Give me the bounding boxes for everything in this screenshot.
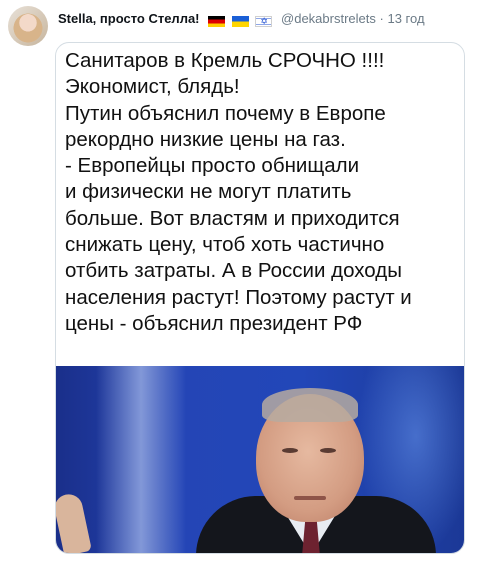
tweet-header: Stella, просто Стелла! @dekabrstrelets ·… <box>8 4 488 46</box>
image-text: Санитаров в Кремль СРОЧНО !!!! Экономист… <box>65 48 457 337</box>
flag-germany-icon <box>208 16 226 28</box>
flag-ukraine-icon <box>231 16 249 28</box>
image-text-line: Экономист, блядь! <box>65 75 240 99</box>
display-name[interactable]: Stella, просто Стелла! <box>58 11 200 26</box>
flag-israel-icon <box>255 14 273 30</box>
image-text-line: цены - объяснил президент РФ <box>65 311 363 335</box>
stage-light <box>96 366 186 553</box>
eye <box>320 448 336 453</box>
image-text-line: рекордно низкие цены на газ. <box>65 127 346 151</box>
tweet-media-image[interactable]: Санитаров в Кремль СРОЧНО !!!! Экономист… <box>55 42 465 554</box>
image-text-line: и физически не могут платить <box>65 180 352 204</box>
eye <box>282 448 298 453</box>
image-text-line: снижать цену, чтоб хоть частично <box>65 233 385 257</box>
tweet-meta: Stella, просто Стелла! @dekabrstrelets ·… <box>58 11 425 30</box>
mouth <box>294 496 326 500</box>
hair <box>262 388 358 422</box>
flag-emojis <box>208 13 275 30</box>
raised-hand <box>56 491 92 553</box>
timestamp[interactable]: 13 год <box>387 11 424 26</box>
image-text-line: больше. Вот властям и приходится <box>65 206 400 230</box>
image-text-line: отбить затраты. А в России доходы <box>65 259 402 283</box>
photo-of-man-in-suit <box>56 366 464 553</box>
image-text-line: населения растут! Поэтому растут и <box>65 285 412 309</box>
image-text-line: - Европейцы просто обнищали <box>65 154 360 178</box>
avatar[interactable] <box>8 6 48 46</box>
separator-dot: · <box>379 11 384 26</box>
image-text-line: Санитаров в Кремль СРОЧНО !!!! <box>65 49 385 72</box>
image-text-line: Путин объяснил почему в Европе <box>65 101 386 125</box>
username[interactable]: @dekabrstrelets <box>281 11 376 26</box>
